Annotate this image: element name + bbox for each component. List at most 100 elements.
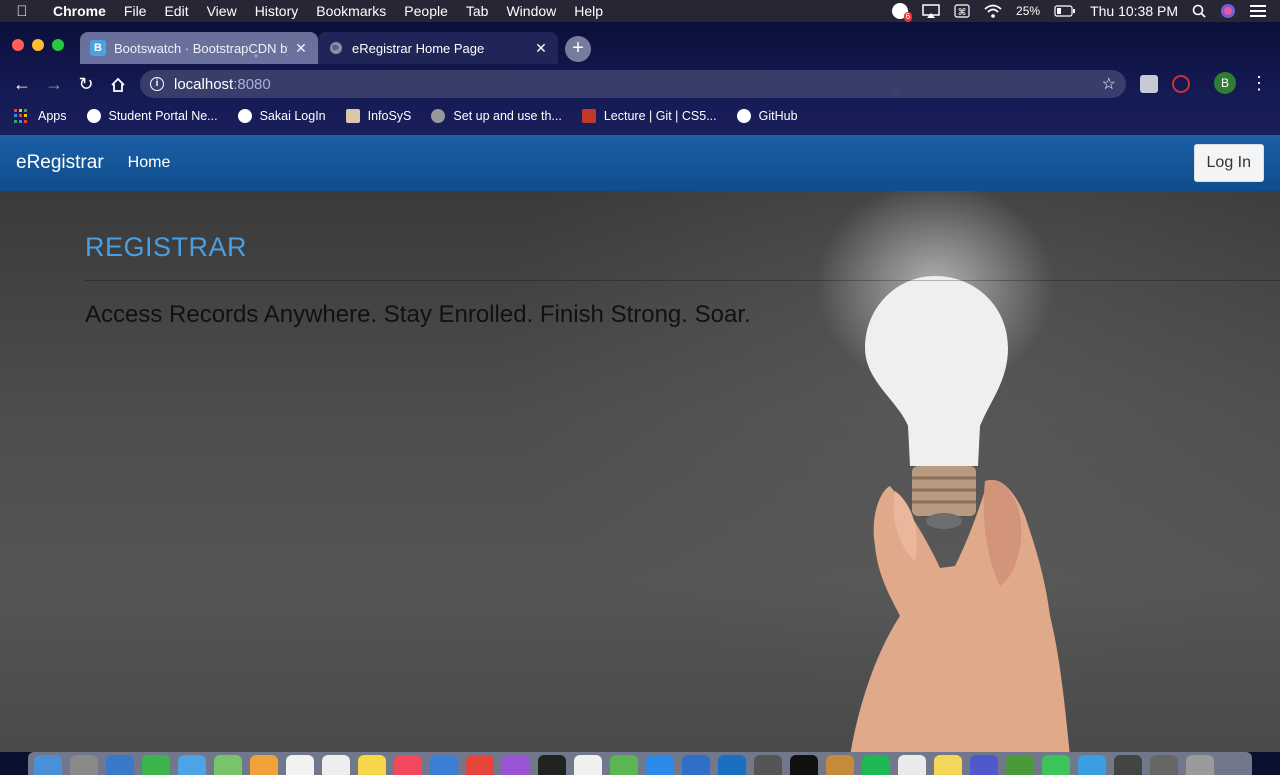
close-tab-icon[interactable]: ✕ [534, 40, 548, 57]
menu-people[interactable]: People [395, 3, 457, 19]
tab-bootswatch[interactable]: B Bootswatch · BootstrapCDN by ✕ [80, 32, 318, 64]
bookmark-github[interactable]: GitHub [736, 109, 798, 123]
forward-arrow-icon[interactable]: → [38, 74, 70, 95]
dock-keynote-icon[interactable] [682, 755, 710, 775]
url-host: localhost [174, 75, 234, 93]
spotlight-search-icon[interactable] [1192, 4, 1206, 18]
dock-music-icon[interactable] [394, 755, 422, 775]
menu-help[interactable]: Help [565, 3, 612, 19]
bookmark-label: GitHub [758, 109, 798, 123]
battery-icon[interactable] [1054, 5, 1076, 17]
tab-eregistrar[interactable]: eRegistrar Home Page ✕ [318, 32, 558, 64]
extension-record-icon[interactable] [1172, 75, 1190, 93]
dock-numbers-icon[interactable] [610, 755, 638, 775]
menubar-clock[interactable]: Thu 10:38 PM [1090, 3, 1178, 19]
dock-launchpad-icon[interactable] [70, 755, 98, 775]
zoom-window-button[interactable] [52, 39, 64, 51]
back-arrow-icon[interactable]: ← [6, 74, 38, 95]
chrome-menu-icon[interactable]: ⋮ [1250, 73, 1268, 94]
dock-outlook-icon[interactable] [718, 755, 746, 775]
battery-percent: 25% [1016, 4, 1041, 18]
dock-window-icon[interactable] [1114, 755, 1142, 775]
menu-view[interactable]: View [198, 3, 246, 19]
page-heading: REGISTRAR [85, 232, 248, 262]
new-tab-button[interactable]: + [565, 36, 591, 62]
bookmark-star-icon[interactable]: ☆ [1102, 74, 1116, 94]
heading-divider [85, 280, 1280, 281]
dock-tv-icon[interactable] [538, 755, 566, 775]
menu-window[interactable]: Window [497, 3, 565, 19]
menu-app-name[interactable]: Chrome [44, 3, 115, 19]
dock-trash-icon[interactable] [1186, 755, 1214, 775]
bookmark-student-portal[interactable]: Student Portal Ne... [86, 109, 218, 123]
svg-text:⌘: ⌘ [958, 8, 967, 18]
profile-avatar[interactable]: B [1214, 72, 1236, 94]
bookmark-apple-setup[interactable]: Set up and use th... [431, 109, 562, 123]
window-controls [12, 39, 64, 51]
dock-teams-icon[interactable] [970, 755, 998, 775]
apps-grid-icon [14, 109, 28, 123]
dock-mail-icon[interactable] [178, 755, 206, 775]
dock-app-icon[interactable] [106, 755, 134, 775]
dock-news-icon[interactable] [574, 755, 602, 775]
dock-terminal-icon[interactable] [790, 755, 818, 775]
bookmark-infosys[interactable]: InfoSyS [345, 109, 411, 123]
dock-appstore-icon[interactable] [646, 755, 674, 775]
tab-title: eRegistrar Home Page [352, 40, 485, 56]
siri-icon[interactable] [1220, 3, 1236, 19]
globe-icon [86, 109, 101, 123]
dock-telegram-icon[interactable] [1078, 755, 1106, 775]
bookmark-apps[interactable]: Apps [14, 109, 67, 123]
dock-system-preferences-icon[interactable] [754, 755, 782, 775]
dock-window-icon[interactable] [1150, 755, 1178, 775]
reload-icon[interactable]: ↻ [70, 74, 102, 95]
dock-safari-icon[interactable] [430, 755, 458, 775]
globe-icon [328, 40, 344, 56]
dock-textedit-icon[interactable] [898, 755, 926, 775]
dock-whatsapp-icon[interactable] [1042, 755, 1070, 775]
menu-edit[interactable]: Edit [155, 3, 197, 19]
navbar-brand[interactable]: eRegistrar [16, 152, 104, 174]
airplay-icon[interactable] [922, 4, 940, 18]
dock-facetime-icon[interactable] [142, 755, 170, 775]
dock-calendar-icon[interactable] [286, 755, 314, 775]
dock-chrome-icon[interactable] [466, 755, 494, 775]
dock-stickies-icon[interactable] [934, 755, 962, 775]
apple-menu-icon[interactable]:  [0, 3, 44, 20]
menu-history[interactable]: History [246, 3, 308, 19]
bookmark-lecture-git[interactable]: Lecture | Git | CS5... [581, 109, 717, 123]
notification-app-icon[interactable]: 6 [892, 3, 913, 22]
home-icon[interactable] [102, 74, 134, 95]
site-info-icon[interactable]: i [150, 77, 164, 91]
close-window-button[interactable] [12, 39, 24, 51]
dock-spotify-icon[interactable] [862, 755, 890, 775]
login-button[interactable]: Log In [1193, 144, 1264, 182]
wifi-icon[interactable] [984, 4, 1002, 18]
dock-podcasts-icon[interactable] [502, 755, 530, 775]
nav-home-link[interactable]: Home [128, 154, 171, 172]
dock-finder-icon[interactable] [34, 755, 62, 775]
close-tab-icon[interactable]: ✕ [294, 40, 308, 57]
address-bar[interactable]: i localhost:8080 ☆ [140, 70, 1126, 98]
menu-file[interactable]: File [115, 3, 156, 19]
bookmark-sakai[interactable]: Sakai LogIn [237, 109, 326, 123]
github-icon [736, 109, 751, 123]
hero-section: REGISTRAR Access Records Anywhere. Stay … [0, 191, 1280, 752]
macos-menu-bar:  Chrome File Edit View History Bookmark… [0, 0, 1280, 22]
apple-logo-icon [431, 109, 446, 123]
dock-maps-icon[interactable] [214, 755, 242, 775]
dock-app-icon[interactable] [1006, 755, 1034, 775]
dock-photos-icon[interactable] [250, 755, 278, 775]
dock-preview-icon[interactable] [826, 755, 854, 775]
bookmark-label: Apps [38, 109, 67, 123]
browser-toolbar: ← → ↻ i localhost:8080 ☆ B ⋮ [0, 67, 1280, 101]
notification-center-icon[interactable] [1250, 4, 1266, 18]
keyboard-shortcut-icon[interactable]: ⌘ [954, 4, 970, 18]
menu-tab[interactable]: Tab [457, 3, 498, 19]
macos-dock [28, 752, 1252, 775]
minimize-window-button[interactable] [32, 39, 44, 51]
menu-bookmarks[interactable]: Bookmarks [307, 3, 395, 19]
dock-notes-icon[interactable] [358, 755, 386, 775]
extension-cast-icon[interactable] [1140, 75, 1158, 93]
dock-reminders-icon[interactable] [322, 755, 350, 775]
